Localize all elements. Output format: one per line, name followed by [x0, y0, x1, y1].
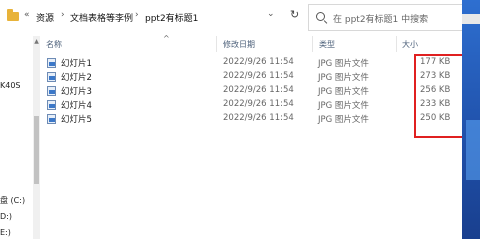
address-bar: « 资源 › 文档表格等李例 › ppt2有标题1 ⌄ ↻ 在 ppt2有标题1…	[0, 0, 480, 36]
nav-scrollbar[interactable]: ▲	[33, 36, 40, 239]
desktop-background	[462, 0, 480, 239]
chevron-right-icon: ›	[135, 10, 139, 20]
file-row[interactable]: 幻灯片2 2022/9/26 11:54 JPG 图片文件 273 KB	[40, 70, 455, 84]
column-header-type[interactable]: 类型	[319, 39, 335, 50]
file-row[interactable]: 幻灯片4 2022/9/26 11:54 JPG 图片文件 233 KB	[40, 98, 455, 112]
window-edge	[462, 14, 480, 24]
file-type: JPG 图片文件	[318, 73, 369, 83]
file-date: 2022/9/26 11:54	[223, 57, 294, 67]
file-name: 幻灯片3	[61, 87, 92, 97]
nav-item-device[interactable]: K40S	[0, 81, 21, 90]
column-header-date[interactable]: 修改日期	[223, 39, 255, 50]
file-date: 2022/9/26 11:54	[223, 71, 294, 81]
jpg-file-icon	[47, 58, 57, 68]
file-date: 2022/9/26 11:54	[223, 99, 294, 109]
nav-item-drive-e[interactable]: E:)	[0, 228, 11, 237]
navigation-pane: K40S 盘 (C:) D:) E:)	[0, 36, 33, 239]
breadcrumb-current-folder[interactable]: ppt2有标题1	[145, 11, 198, 24]
file-row[interactable]: 幻灯片5 2022/9/26 11:54 JPG 图片文件 250 KB	[40, 112, 455, 126]
sort-caret-icon: ^	[163, 34, 170, 43]
size-highlight-box	[414, 54, 464, 138]
file-name: 幻灯片4	[61, 101, 92, 111]
file-type: JPG 图片文件	[318, 115, 369, 125]
breadcrumb-resources[interactable]: 资源	[36, 11, 54, 24]
scroll-up-icon[interactable]: ▲	[33, 38, 40, 45]
wallpaper-accent	[466, 120, 480, 180]
file-name: 幻灯片1	[61, 59, 92, 69]
file-row[interactable]: 幻灯片1 2022/9/26 11:54 JPG 图片文件 177 KB	[40, 56, 455, 70]
search-icon	[316, 12, 325, 21]
nav-item-drive-c[interactable]: 盘 (C:)	[0, 195, 25, 206]
nav-item-drive-d[interactable]: D:)	[0, 212, 12, 221]
jpg-file-icon	[47, 100, 57, 110]
file-name: 幻灯片5	[61, 115, 92, 125]
chevron-down-icon[interactable]: ⌄	[267, 9, 275, 19]
column-divider[interactable]	[312, 36, 313, 52]
search-input[interactable]: 在 ppt2有标题1 中搜索	[308, 4, 480, 31]
jpg-file-icon	[47, 86, 57, 96]
file-type: JPG 图片文件	[318, 59, 369, 69]
folder-icon	[7, 9, 19, 21]
jpg-file-icon	[47, 114, 57, 124]
file-date: 2022/9/26 11:54	[223, 113, 294, 123]
search-placeholder: 在 ppt2有标题1 中搜索	[333, 15, 429, 25]
scroll-thumb[interactable]	[34, 116, 39, 184]
history-prefix[interactable]: «	[24, 10, 30, 20]
file-type: JPG 图片文件	[318, 87, 369, 97]
refresh-icon[interactable]: ↻	[290, 8, 299, 21]
column-header-name[interactable]: 名称	[46, 39, 62, 50]
file-name: 幻灯片2	[61, 73, 92, 83]
column-divider[interactable]	[216, 36, 217, 52]
breadcrumb-docs[interactable]: 文档表格等李例	[70, 11, 133, 24]
column-divider[interactable]	[396, 36, 397, 52]
file-row[interactable]: 幻灯片3 2022/9/26 11:54 JPG 图片文件 256 KB	[40, 84, 455, 98]
file-type: JPG 图片文件	[318, 101, 369, 111]
column-header-size[interactable]: 大小	[402, 39, 418, 50]
jpg-file-icon	[47, 72, 57, 82]
chevron-right-icon: ›	[61, 10, 65, 20]
file-date: 2022/9/26 11:54	[223, 85, 294, 95]
